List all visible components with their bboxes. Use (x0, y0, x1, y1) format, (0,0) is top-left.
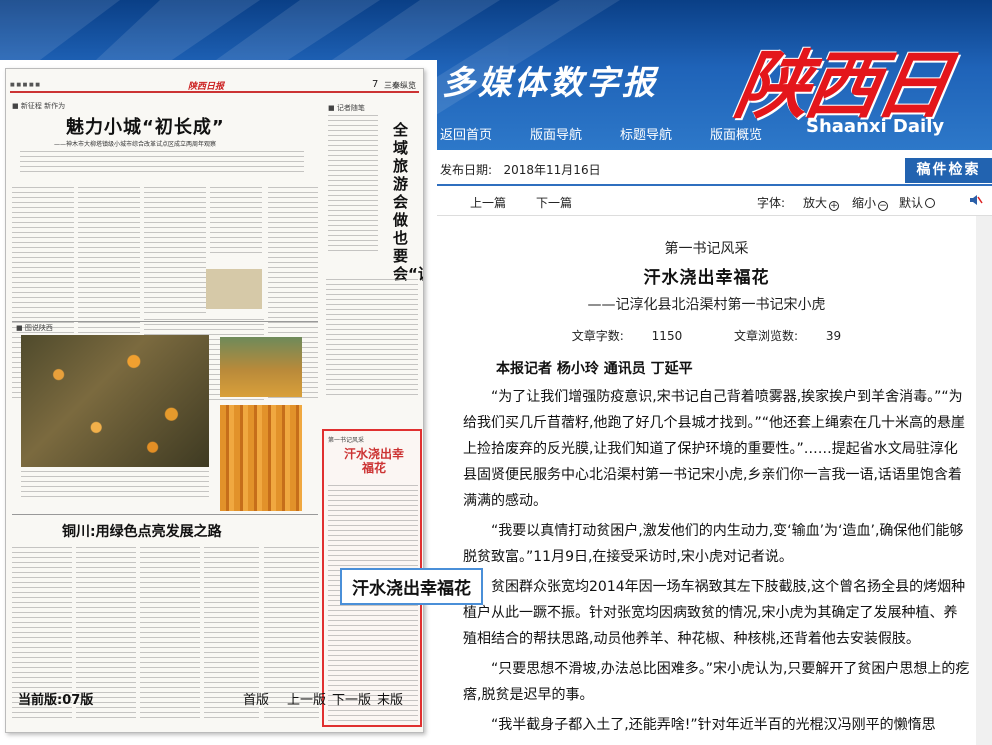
nav-page-navigation[interactable]: 版面导航 (530, 124, 582, 144)
nav-home[interactable]: 返回首页 (440, 124, 492, 144)
photo-section-tag: ■ 图说陕西 (16, 324, 53, 332)
prev-page-link[interactable]: 上一版 (287, 689, 326, 708)
logo-english: Shaanxi Daily (806, 116, 945, 137)
article-byline: 本报记者 杨小玲 通讯员 丁延平 (496, 361, 693, 377)
current-page-label: 当前版:07版 (18, 693, 94, 708)
minus-icon: − (878, 201, 889, 211)
page-navigation: 首版 上一版 下一版 末版 (243, 689, 403, 708)
word-count: 文章字数: 1150 (571, 329, 683, 343)
prev-article-link[interactable]: 上一篇 (470, 194, 506, 211)
article-paragraph: 贫困群众张宽均2014年因一场车祸致其左下肢截肢,这个曾名扬全县的烤烟种植户从此… (463, 579, 966, 647)
newspaper-page-number: 7 (372, 79, 379, 90)
hover-title-label: 汗水浇出幸福花 (340, 568, 483, 605)
font-enlarge-button[interactable]: 放大 + (803, 194, 840, 211)
intro-text (20, 151, 304, 175)
article-search-button[interactable]: 稿件检索 (905, 158, 992, 183)
article-body: “为了让我们增强防疫意识,宋书记自己背着喷雾器,挨家挨户到羊舍消毒。”“为给我们… (463, 384, 970, 742)
photo-caption (21, 471, 209, 501)
article-scrollbar[interactable] (976, 216, 992, 745)
page-thumbnail-panel: ■ ■ ■ ■ ■ 陕西日报 7 三秦纵览 ■ 新征程 新作为 魅力小城“初长成… (0, 60, 437, 745)
next-page-link[interactable]: 下一版 (332, 689, 371, 708)
last-page-link[interactable]: 末版 (377, 689, 403, 708)
publish-date: 发布日期: 2018年11月16日 (440, 163, 601, 177)
newspaper-masthead-logo: 陕西日报 (188, 82, 225, 92)
nav-title-navigation[interactable]: 标题导航 (620, 124, 672, 144)
article-content: 第一书记风采 汗水浇出幸福花 ——记淳化县北沿渠村第一书记宋小虎 文章字数: 1… (441, 216, 972, 745)
speaker-mute-icon[interactable] (969, 193, 983, 210)
site-subtitle: 多媒体数字报 (442, 63, 658, 102)
article-title: 汗水浇出幸福花 (643, 268, 770, 288)
date-bar: 发布日期: 2018年11月16日 稿件检索 (437, 150, 992, 186)
newspaper-headline: 魅力小城“初长成” (66, 117, 225, 138)
article-subtitle: ——记淳化县北沿渠村第一书记宋小虎 (587, 297, 826, 313)
nav-page-overview[interactable]: 版面概览 (710, 124, 762, 144)
persimmon-photo-bottom (220, 405, 302, 511)
article-paragraph: “只要思想不滑坡,办法总比困难多。”宋小虎认为,只要解开了贫困户思想上的疙瘩,脱… (463, 661, 970, 703)
article-kicker: 第一书记风采 (664, 241, 749, 257)
box-title: 汗水浇出幸福花 (344, 447, 405, 475)
persimmon-photo-top (220, 337, 302, 397)
circle-icon (925, 198, 936, 208)
newspaper-page-section: 三秦纵览 (384, 81, 416, 90)
plus-icon: + (829, 201, 840, 211)
newspaper-page-image[interactable]: ■ ■ ■ ■ ■ 陕西日报 7 三秦纵览 ■ 新征程 新作为 魅力小城“初长成… (5, 68, 424, 733)
article-toolbar: 上一篇 下一篇 字体: 放大 + 缩小 − 默认 (437, 188, 992, 216)
newspaper-masthead: ■ ■ ■ ■ ■ 陕西日报 7 三秦纵览 (10, 79, 419, 93)
side-text-column (326, 279, 418, 399)
next-article-link[interactable]: 下一篇 (536, 194, 572, 211)
article-paragraph: “我半截身子都入土了,还能弄啥!”针对年近半百的光棍汉冯刚平的懒惰思 (491, 717, 936, 733)
font-size-label: 字体: (757, 196, 786, 210)
side-tag: ■ 记者随笔 (328, 104, 365, 112)
text-column (144, 187, 206, 317)
view-count: 文章浏览数: 39 (734, 329, 842, 343)
second-headline: 铜川:用绿色点亮发展之路 (62, 524, 222, 540)
first-page-link[interactable]: 首版 (243, 689, 269, 708)
inline-photo (206, 269, 262, 309)
text-column (210, 187, 262, 257)
article-stats: 文章字数: 1150 文章浏览数: 39 (441, 327, 972, 344)
persimmon-photo-large (21, 335, 209, 467)
column-tag: ■ 新征程 新作为 (12, 102, 66, 110)
side-text-column (328, 115, 378, 255)
text-column (140, 547, 200, 722)
side-headline: 全域旅游会做也要会“说” (393, 121, 423, 283)
article-paragraph: “我要以真情打动贫困户,激发他们的内生动力,变‘输血’为‘造血’,确保他们能够脱… (463, 523, 964, 565)
font-shrink-button[interactable]: 缩小 − (852, 194, 889, 211)
box-tag: 第一书记风采 (328, 437, 365, 444)
article-paragraph: “为了让我们增强防疫意识,宋书记自己背着喷雾器,挨家挨户到羊舍消毒。”“为给我们… (463, 389, 965, 509)
font-default-button[interactable]: 默认 (899, 194, 936, 211)
newspaper-subheadline: ——神木市大柳塔镇级小城市综合改革试点区成立两周年观察 (54, 141, 217, 148)
top-nav: 返回首页 版面导航 标题导航 版面概览 (440, 124, 800, 144)
